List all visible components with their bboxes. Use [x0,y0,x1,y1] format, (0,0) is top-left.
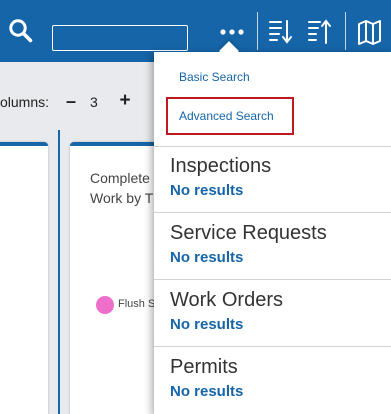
basic-search-link[interactable]: Basic Search [179,70,250,84]
columns-decrease-button[interactable]: – [62,88,80,114]
section-result-permits: No results [170,383,244,400]
map-icon[interactable] [357,18,383,46]
column-divider [58,130,60,414]
sort-ascending-icon[interactable] [307,18,333,46]
section-title-service-requests[interactable]: Service Requests [170,222,327,245]
legend-label: Flush S [118,298,156,310]
columns-label: olumns: [0,94,50,110]
advanced-search-link[interactable]: Advanced Search [166,97,294,135]
menu-divider [154,279,391,280]
card-title: Complete Work by T [90,170,154,206]
menu-divider [154,146,391,147]
search-input[interactable] [52,25,188,51]
section-result-work-orders: No results [170,316,244,333]
search-dropdown-menu: Basic Search Advanced Search Inspections… [154,52,391,414]
menu-divider [154,346,391,347]
more-icon[interactable] [218,20,246,44]
columns-value: 3 [90,94,98,110]
dashboard-card [0,142,48,414]
section-title-work-orders[interactable]: Work Orders [170,289,283,312]
section-title-permits[interactable]: Permits [170,356,238,379]
section-result-service-requests: No results [170,249,244,266]
toolbar-separator [257,12,258,50]
sort-descending-icon[interactable] [268,18,294,46]
search-icon[interactable] [8,18,34,44]
menu-divider [154,212,391,213]
section-result-inspections: No results [170,182,244,199]
columns-increase-button[interactable]: + [116,88,134,114]
toolbar-separator [345,12,346,50]
section-title-inspections[interactable]: Inspections [170,155,271,178]
legend-dot [96,296,114,314]
